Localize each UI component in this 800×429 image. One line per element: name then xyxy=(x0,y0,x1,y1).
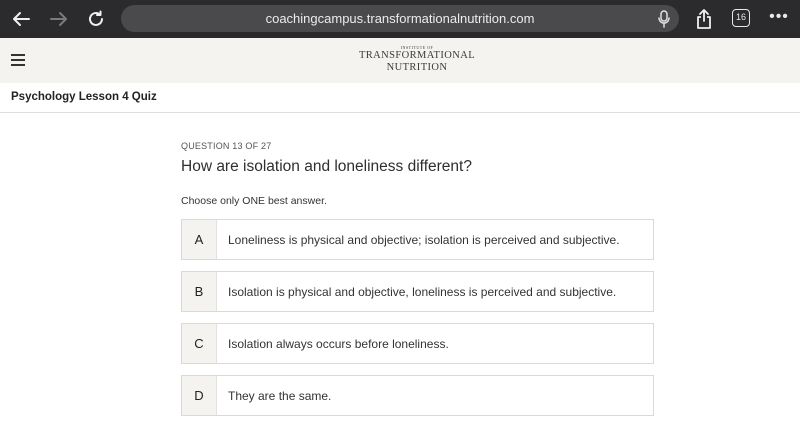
question-instruction: Choose only ONE best answer. xyxy=(181,195,327,207)
back-arrow-icon[interactable] xyxy=(6,5,36,33)
site-header: INSTITUTE OF TRANSFORMATIONAL NUTRITION xyxy=(0,38,800,83)
answer-text: They are the same. xyxy=(228,388,332,403)
hamburger-menu-icon[interactable] xyxy=(11,54,25,66)
browser-toolbar: coachingcampus.transformationalnutrition… xyxy=(0,0,800,38)
share-icon[interactable] xyxy=(689,5,719,33)
answer-letter: C xyxy=(182,324,217,363)
microphone-icon[interactable] xyxy=(657,10,671,28)
answer-letter: A xyxy=(182,220,217,259)
answer-text: Isolation always occurs before lonelines… xyxy=(228,336,449,351)
forward-arrow-icon[interactable] xyxy=(44,5,74,33)
more-icon[interactable]: ••• xyxy=(768,8,790,28)
answer-text: Loneliness is physical and objective; is… xyxy=(228,232,620,247)
question-text: How are isolation and loneliness differe… xyxy=(181,158,472,175)
answer-letter: B xyxy=(182,272,217,311)
answer-option-c[interactable]: C Isolation always occurs before lonelin… xyxy=(181,323,654,364)
reload-icon[interactable] xyxy=(81,5,111,33)
url-text: coachingcampus.transformationalnutrition… xyxy=(265,11,535,26)
course-title: Psychology Lesson 4 Quiz xyxy=(11,91,157,103)
logo-line-1: TRANSFORMATIONAL xyxy=(358,50,476,61)
tabs-icon[interactable]: 16 xyxy=(732,9,750,27)
answer-text: Isolation is physical and objective, lon… xyxy=(228,284,617,299)
course-bar: Psychology Lesson 4 Quiz xyxy=(0,83,800,113)
answer-letter: D xyxy=(182,376,217,415)
answer-option-a[interactable]: A Loneliness is physical and objective; … xyxy=(181,219,654,260)
answer-option-b[interactable]: B Isolation is physical and objective, l… xyxy=(181,271,654,312)
question-counter: QUESTION 13 OF 27 xyxy=(181,141,272,151)
site-logo[interactable]: INSTITUTE OF TRANSFORMATIONAL NUTRITION xyxy=(350,45,484,74)
logo-line-2: NUTRITION xyxy=(386,62,448,73)
answer-option-d[interactable]: D They are the same. xyxy=(181,375,654,416)
address-bar[interactable]: coachingcampus.transformationalnutrition… xyxy=(121,5,679,32)
